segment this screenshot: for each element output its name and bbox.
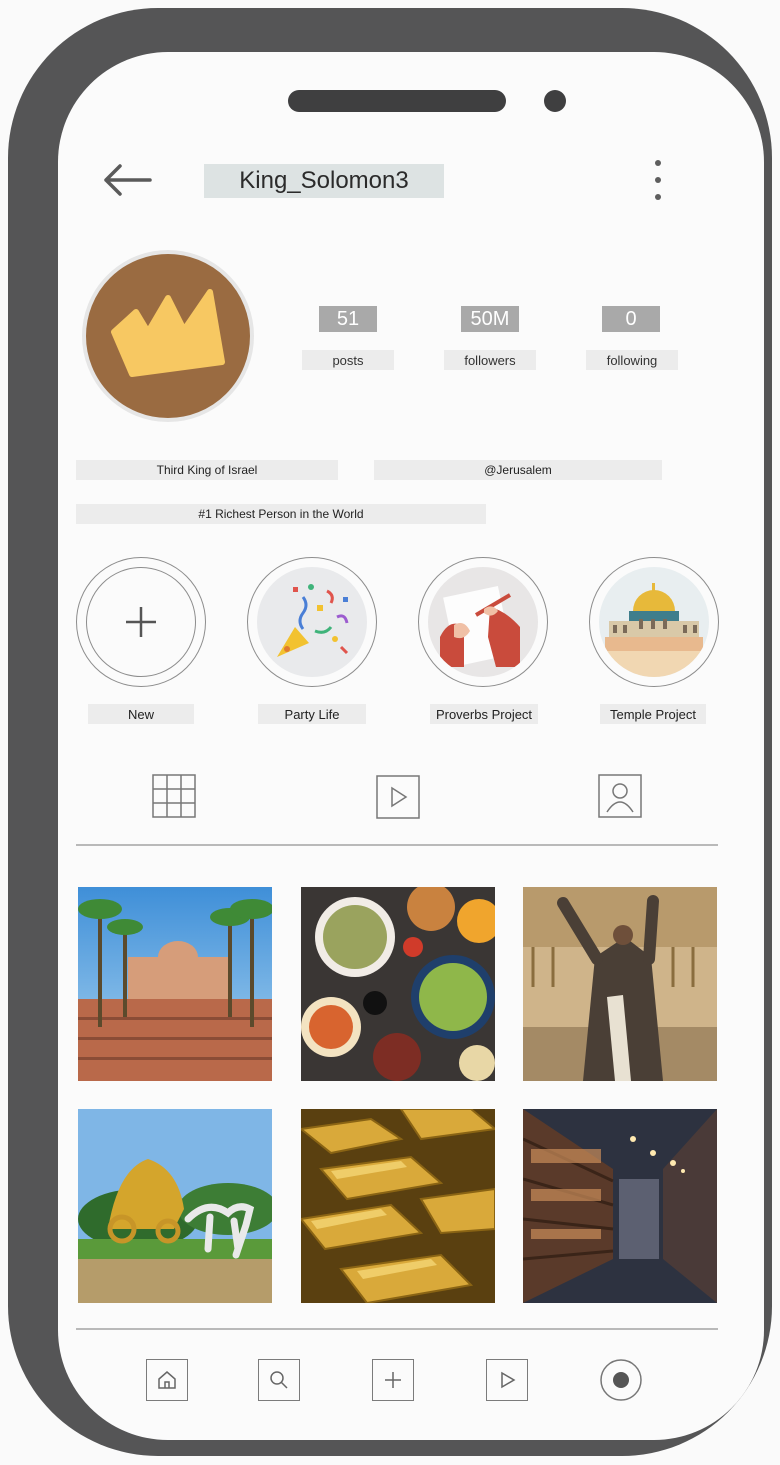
home-icon[interactable] [146, 1359, 188, 1401]
post-tile-palace-photo[interactable] [78, 887, 272, 1081]
stat-label: posts [302, 350, 394, 370]
back-arrow-icon[interactable] [102, 162, 152, 198]
profile-icon[interactable] [599, 1358, 643, 1402]
writing-hand-icon [440, 585, 520, 667]
stat-value: 50M [461, 306, 519, 332]
reels-play-icon[interactable] [376, 775, 420, 819]
avatar[interactable] [82, 250, 254, 422]
tabs-divider [76, 844, 718, 846]
profile-username: King_Solomon3 [204, 164, 444, 198]
confetti-icon [277, 584, 349, 657]
plus-icon [126, 607, 156, 637]
add-post-icon[interactable] [372, 1359, 414, 1401]
bio-description: #1 Richest Person in the World [76, 504, 486, 524]
stat-value: 0 [602, 306, 660, 332]
post-tile-library-bookshelves-photo[interactable] [523, 1109, 717, 1303]
highlight-label: Proverbs Project [430, 704, 538, 724]
more-options-icon[interactable] [648, 160, 668, 200]
bio-location[interactable]: @Jerusalem [374, 460, 662, 480]
stat-followers[interactable]: 50M [461, 306, 519, 332]
highlight-label: Temple Project [600, 704, 706, 724]
stat-label: followers [444, 350, 536, 370]
post-tile-feast-food-photo[interactable] [301, 887, 495, 1081]
post-tile-king-praying-temple-photo[interactable] [523, 887, 717, 1081]
phone-screen: King_Solomon3 51 posts 50M followers 0 f… [58, 52, 764, 1440]
stat-following[interactable]: 0 [602, 306, 660, 332]
stat-posts[interactable]: 51 [319, 306, 377, 332]
phone-frame: King_Solomon3 51 posts 50M followers 0 f… [8, 8, 772, 1456]
post-tile-golden-chariot-photo[interactable] [78, 1109, 272, 1303]
highlight-label: Party Life [258, 704, 366, 724]
highlight-label: New [88, 704, 194, 724]
bottom-nav-divider [76, 1328, 718, 1330]
highlight-proverbs-project[interactable] [418, 557, 548, 687]
phone-speaker [288, 90, 506, 112]
highlight-party-life[interactable] [247, 557, 377, 687]
crown-icon [111, 289, 225, 377]
grid-icon[interactable] [152, 774, 196, 818]
stat-value: 51 [319, 306, 377, 332]
temple-dome-icon [599, 583, 709, 677]
highlight-new[interactable] [76, 557, 206, 687]
highlight-temple-project[interactable] [589, 557, 719, 687]
search-icon[interactable] [258, 1359, 300, 1401]
post-tile-gold-bars-photo[interactable] [301, 1109, 495, 1303]
phone-camera [544, 90, 566, 112]
stat-label: following [586, 350, 678, 370]
tagged-person-icon[interactable] [598, 774, 642, 818]
bio-title: Third King of Israel [76, 460, 338, 480]
reels-play-icon[interactable] [486, 1359, 528, 1401]
